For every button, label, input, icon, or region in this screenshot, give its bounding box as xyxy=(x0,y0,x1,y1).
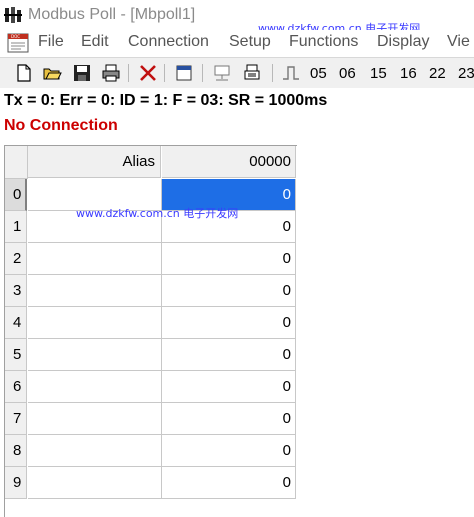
document-menu-icon[interactable]: DOC xyxy=(7,33,29,53)
row-header[interactable]: 2 xyxy=(5,243,27,275)
row-header[interactable]: 9 xyxy=(5,467,27,499)
value-cell[interactable]: 0 xyxy=(162,275,296,307)
alias-cell[interactable] xyxy=(28,435,162,467)
alias-cell[interactable] xyxy=(28,467,162,499)
row-header[interactable]: 5 xyxy=(5,339,27,371)
title-bar: Modbus Poll - [Mbpoll1] www.dzkfw.com.cn… xyxy=(0,0,474,35)
register-column-header[interactable]: 00000 xyxy=(162,146,296,178)
alias-cell[interactable] xyxy=(28,243,162,275)
toolbar-separator xyxy=(202,64,203,82)
window-title: Modbus Poll - [Mbpoll1] xyxy=(28,6,196,23)
row-header[interactable]: 3 xyxy=(5,275,27,307)
table-row: 6 0 xyxy=(5,371,296,403)
close-x-icon[interactable] xyxy=(138,63,158,83)
data-grid: Alias 00000 0 0 1 0 2 0 3 0 4 0 5 0 6 0 … xyxy=(4,145,297,517)
alias-cell[interactable] xyxy=(28,275,162,307)
table-row: 3 0 xyxy=(5,275,296,307)
value-cell[interactable]: 0 xyxy=(162,339,296,371)
value-cell[interactable]: 0 xyxy=(162,243,296,275)
new-document-icon[interactable] xyxy=(14,63,34,83)
table-row: 2 0 xyxy=(5,243,296,275)
pulse-icon[interactable] xyxy=(281,63,301,83)
table-row: 8 0 xyxy=(5,435,296,467)
modbus-poll-app-icon xyxy=(4,7,22,23)
menu-edit[interactable]: Edit xyxy=(81,33,109,51)
connect-icon[interactable] xyxy=(212,63,232,83)
toolbar-separator xyxy=(128,64,129,82)
alias-cell[interactable] xyxy=(28,339,162,371)
function-22-button[interactable]: 22 xyxy=(429,65,446,82)
function-05-button[interactable]: 05 xyxy=(310,65,327,82)
print-icon[interactable] xyxy=(101,63,121,83)
traffic-status: Tx = 0: Err = 0: ID = 1: F = 03: SR = 10… xyxy=(4,92,328,109)
status-panel: Tx = 0: Err = 0: ID = 1: F = 03: SR = 10… xyxy=(0,88,474,142)
row-header[interactable]: 0 xyxy=(5,179,27,211)
row-header[interactable]: 8 xyxy=(5,435,27,467)
function-16-button[interactable]: 16 xyxy=(400,65,417,82)
save-disk-icon[interactable] xyxy=(72,63,92,83)
grid-corner xyxy=(5,146,28,179)
table-row: 4 0 xyxy=(5,307,296,339)
menu-file[interactable]: File xyxy=(38,33,64,51)
menu-display[interactable]: Display xyxy=(377,33,429,51)
value-cell[interactable]: 0 xyxy=(162,371,296,403)
data-grid-area: Alias 00000 0 0 1 0 2 0 3 0 4 0 5 0 6 0 … xyxy=(0,143,474,517)
menu-setup[interactable]: Setup xyxy=(229,33,271,51)
function-23-button[interactable]: 23 xyxy=(458,65,474,82)
row-header[interactable]: 1 xyxy=(5,211,27,243)
menu-functions[interactable]: Functions xyxy=(289,33,358,51)
menu-bar: DOC File Edit Connection Setup Functions… xyxy=(0,30,474,56)
value-cell[interactable]: 0 xyxy=(162,307,296,339)
row-header[interactable]: 7 xyxy=(5,403,27,435)
value-cell[interactable]: 0 xyxy=(162,403,296,435)
watermark-text: www.dzkfw.com.cn 电子开发网 xyxy=(76,207,239,220)
svg-text:DOC: DOC xyxy=(11,34,20,39)
alias-cell[interactable] xyxy=(28,307,162,339)
alias-cell[interactable] xyxy=(28,371,162,403)
row-header[interactable]: 6 xyxy=(5,371,27,403)
open-folder-icon[interactable] xyxy=(42,63,62,83)
connection-status: No Connection xyxy=(4,117,118,134)
table-row: 5 0 xyxy=(5,339,296,371)
table-row: 9 0 xyxy=(5,467,296,499)
menu-connection[interactable]: Connection xyxy=(128,33,209,51)
alias-column-header[interactable]: Alias xyxy=(28,146,161,178)
toolbar-separator xyxy=(272,64,273,82)
table-row: 7 0 xyxy=(5,403,296,435)
disconnect-icon[interactable] xyxy=(242,63,262,83)
toolbar-separator xyxy=(164,64,165,82)
function-06-button[interactable]: 06 xyxy=(339,65,356,82)
alias-cell[interactable] xyxy=(28,403,162,435)
toolbar: 05 06 15 16 22 23 xyxy=(0,57,474,89)
row-header[interactable]: 4 xyxy=(5,307,27,339)
value-cell[interactable]: 0 xyxy=(162,435,296,467)
window-icon[interactable] xyxy=(174,63,194,83)
function-15-button[interactable]: 15 xyxy=(370,65,387,82)
menu-view[interactable]: Vie xyxy=(447,33,470,51)
value-cell[interactable]: 0 xyxy=(162,467,296,499)
